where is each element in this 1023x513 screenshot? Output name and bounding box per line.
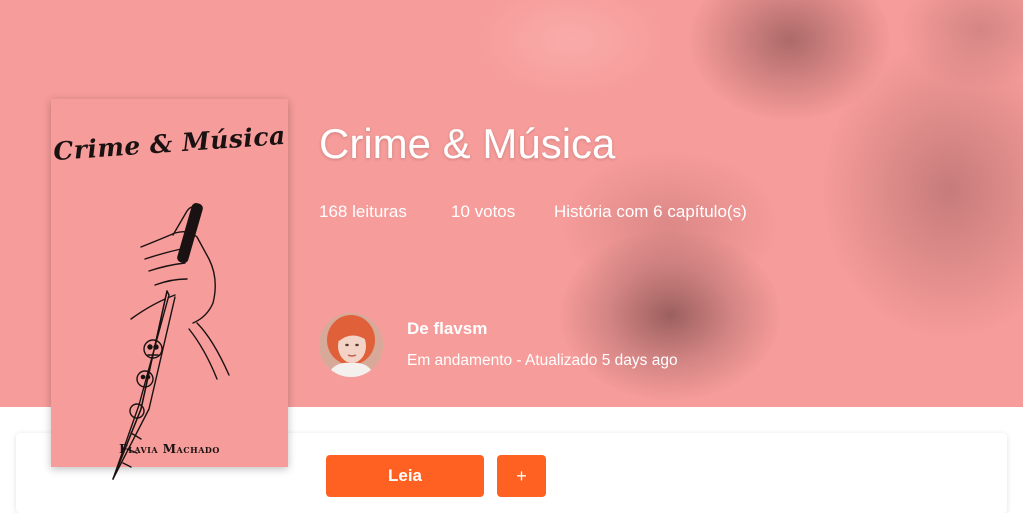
banner-blur-shape bbox=[560, 230, 780, 400]
author-avatar[interactable] bbox=[319, 313, 383, 377]
banner-blur-shape bbox=[470, 0, 670, 100]
story-status: Em andamento - Atualizado 5 days ago bbox=[407, 352, 678, 369]
add-to-library-button[interactable]: + bbox=[497, 455, 546, 497]
read-button[interactable]: Leia bbox=[326, 455, 484, 497]
chapters-count: História com 6 capítulo(s) bbox=[554, 202, 747, 221]
author-link[interactable]: De flavsm bbox=[407, 319, 487, 339]
cover-author: Flavia Machado bbox=[119, 442, 220, 456]
story-title: Crime & Música bbox=[319, 120, 616, 167]
cover-title: Crime & Música bbox=[52, 120, 287, 167]
votes-count: 10 votos bbox=[451, 202, 516, 221]
book-cover: Crime & Música Flavia Machado bbox=[51, 99, 288, 480]
user-avatar-icon bbox=[319, 313, 383, 377]
reads-count: 168 leituras bbox=[319, 202, 407, 221]
